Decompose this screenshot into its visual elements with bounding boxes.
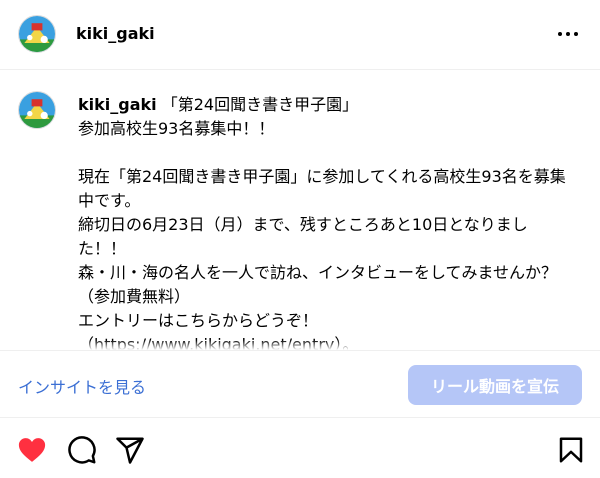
share-icon[interactable]: [115, 435, 145, 465]
profile-avatar[interactable]: [18, 15, 56, 53]
caption-text: kiki_gaki 「第24回聞き書き甲子園」 参加高校生93名募集中！！ 現在…: [78, 93, 568, 350]
heart-icon[interactable]: [17, 435, 47, 465]
avatar-image: [19, 16, 55, 52]
caption-area: kiki_gaki 「第24回聞き書き甲子園」 参加高校生93名募集中！！ 現在…: [0, 71, 600, 350]
caption-fade: [0, 340, 600, 350]
bookmark-icon[interactable]: [556, 435, 586, 465]
insight-bar: インサイトを見る リール動画を宣伝: [0, 350, 600, 418]
promote-reel-button[interactable]: リール動画を宣伝: [408, 365, 582, 405]
more-options-icon[interactable]: [556, 24, 580, 44]
caption-avatar[interactable]: [18, 91, 56, 129]
header-username[interactable]: kiki_gaki: [76, 24, 155, 43]
post-header: kiki_gaki: [0, 0, 600, 70]
action-bar: [0, 418, 600, 478]
avatar-image: [19, 92, 55, 128]
comment-icon[interactable]: [67, 435, 97, 465]
view-insights-link[interactable]: インサイトを見る: [18, 374, 146, 398]
caption-username[interactable]: kiki_gaki: [78, 95, 157, 114]
caption-body: 「第24回聞き書き甲子園」 参加高校生93名募集中！！ 現在「第24回聞き書き甲…: [78, 95, 566, 350]
